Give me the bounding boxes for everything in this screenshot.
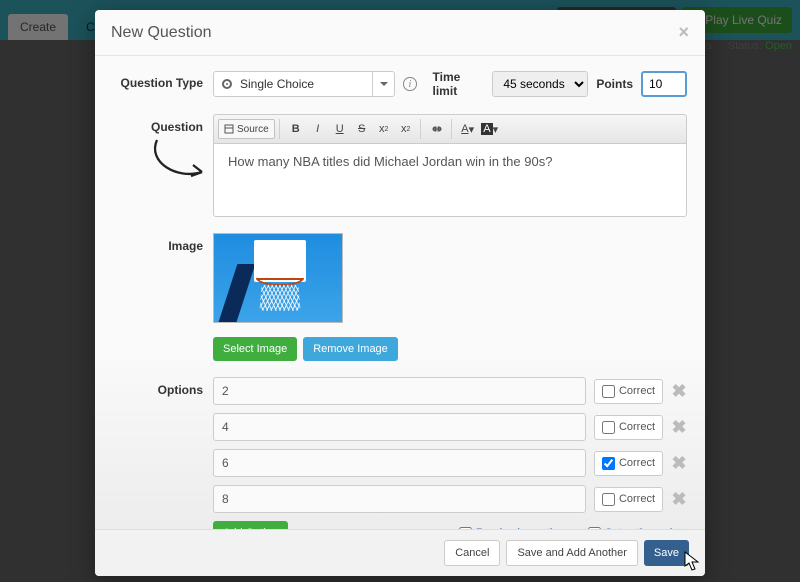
label-time-limit: Time limit	[433, 70, 485, 98]
row-type-time-points: Question Type Single Choice i Time limit…	[113, 70, 687, 98]
link-button[interactable]	[427, 119, 447, 139]
editor-toolbar: Source B I U S x2 x2	[213, 114, 687, 143]
option-input[interactable]	[213, 413, 586, 441]
save-button[interactable]: Save	[644, 540, 689, 566]
close-icon[interactable]: ×	[678, 22, 689, 43]
option-input[interactable]	[213, 485, 586, 513]
correct-checkbox[interactable]	[602, 493, 615, 506]
modal-footer: Cancel Save and Add Another Save	[95, 529, 705, 576]
row-image: Image Select Image Remove Image	[113, 233, 687, 361]
points-input[interactable]	[641, 71, 687, 97]
remove-option-icon[interactable]: ✖	[671, 489, 687, 510]
select-image-button[interactable]: Select Image	[213, 337, 297, 361]
bg-color-button[interactable]: A▾	[480, 119, 500, 139]
label-question-type: Question Type	[113, 70, 203, 98]
cancel-button[interactable]: Cancel	[444, 540, 500, 566]
option-row: Correct ✖	[213, 413, 687, 441]
new-question-modal: New Question × Question Type Single Choi…	[95, 10, 705, 576]
arrow-doodle-icon	[147, 132, 217, 192]
add-option-button[interactable]: Add Option	[213, 521, 288, 529]
underline-button[interactable]: U	[330, 119, 350, 139]
option-input[interactable]	[213, 449, 586, 477]
option-row: Correct ✖	[213, 449, 687, 477]
image-preview[interactable]	[213, 233, 343, 323]
link-icon	[431, 124, 443, 134]
text-color-button[interactable]: A▾	[458, 119, 478, 139]
row-options: Options Correct ✖ Correct ✖	[113, 377, 687, 529]
option-correct-toggle[interactable]: Correct	[594, 415, 663, 440]
option-row: Correct ✖	[213, 485, 687, 513]
remove-option-icon[interactable]: ✖	[671, 453, 687, 474]
subscript-button[interactable]: x2	[374, 119, 394, 139]
chevron-down-icon	[372, 72, 394, 96]
bold-button[interactable]: B	[286, 119, 306, 139]
modal-header: New Question ×	[95, 10, 705, 56]
row-question: Question Source B I U	[113, 114, 687, 217]
question-text-input[interactable]: How many NBA titles did Michael Jordan w…	[213, 143, 687, 217]
question-type-select[interactable]: Single Choice	[213, 71, 395, 97]
source-button[interactable]: Source	[218, 119, 275, 139]
time-limit-select[interactable]: 45 seconds	[492, 71, 588, 97]
remove-option-icon[interactable]: ✖	[671, 417, 687, 438]
single-choice-icon	[222, 79, 232, 89]
modal-body: Question Type Single Choice i Time limit…	[95, 56, 705, 529]
correct-checkbox[interactable]	[602, 457, 615, 470]
strike-button[interactable]: S	[352, 119, 372, 139]
remove-option-icon[interactable]: ✖	[671, 381, 687, 402]
label-points: Points	[596, 77, 633, 91]
label-image: Image	[113, 233, 203, 361]
question-type-value: Single Choice	[240, 77, 314, 91]
info-icon[interactable]: i	[403, 77, 416, 91]
option-correct-toggle[interactable]: Correct	[594, 487, 663, 512]
option-correct-toggle[interactable]: Correct	[594, 379, 663, 404]
correct-checkbox[interactable]	[602, 421, 615, 434]
remove-image-button[interactable]: Remove Image	[303, 337, 398, 361]
source-label: Source	[237, 124, 269, 135]
correct-checkbox[interactable]	[602, 385, 615, 398]
italic-button[interactable]: I	[308, 119, 328, 139]
save-and-add-another-button[interactable]: Save and Add Another	[506, 540, 637, 566]
option-correct-toggle[interactable]: Correct	[594, 451, 663, 476]
modal-title: New Question	[111, 24, 212, 42]
option-row: Correct ✖	[213, 377, 687, 405]
superscript-button[interactable]: x2	[396, 119, 416, 139]
source-icon	[224, 124, 234, 134]
option-input[interactable]	[213, 377, 586, 405]
label-options: Options	[113, 377, 203, 529]
